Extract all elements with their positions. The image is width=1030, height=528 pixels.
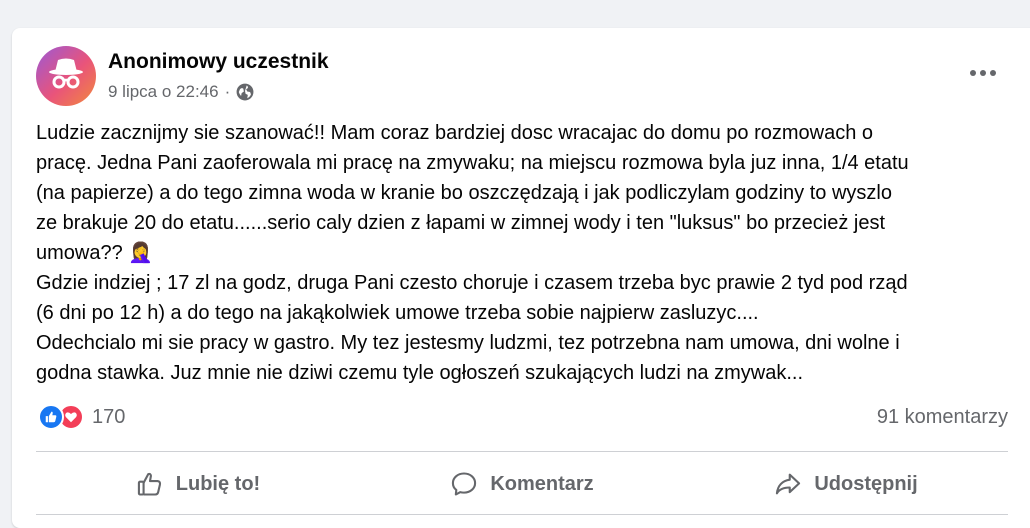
like-button[interactable]: Lubię to! [36,456,360,512]
post-text-line: umowa?? 🤦‍♀️ [36,242,154,264]
post-text-line: godna stawka. Juz mnie nie dziwi czemu t… [36,362,804,384]
reaction-count: 170 [92,405,126,428]
thumbs-up-icon [137,472,161,496]
divider [36,451,1008,452]
globe-icon[interactable] [236,83,254,101]
post-text-line: pracę. Jedna Pani zaoferowala mi pracę n… [36,152,909,174]
share-icon [776,473,801,495]
author-name[interactable]: Anonimowy uczestnik [108,50,329,74]
post-text: Ludzie zacznijmy sie szanować!! Mam cora… [36,118,1026,388]
post-text-line: Ludzie zacznijmy sie szanować!! Mam cora… [36,122,874,144]
post-timestamp[interactable]: 9 lipca o 22:46 [108,82,219,102]
post-text-line: ze brakuje 20 do etatu......serio caly d… [36,212,886,234]
like-reaction-icon [38,404,64,430]
post-text-line: (na papierze) a do tego zimna woda w kra… [36,182,892,204]
like-button-label: Lubię to! [175,472,261,495]
share-button[interactable]: Udostępnij [684,456,1008,512]
more-options-icon[interactable] [966,58,1000,88]
comment-button-label: Komentarz [490,472,594,495]
meta-separator: · [224,82,231,101]
share-button-label: Udostępnij [814,472,918,495]
comment-icon [452,472,477,496]
post-card: Anonimowy uczestnik 9 lipca o 22:46 · Lu… [12,28,1030,528]
divider [36,514,1008,515]
post-text-line: (6 dni po 12 h) a do tego na jakąkolwiek… [36,302,759,324]
reactions-summary[interactable]: 170 [38,404,125,430]
action-bar: Lubię to! Komentarz Udostępnij [36,456,1008,512]
comments-count[interactable]: 91 komentarzy [877,406,1008,429]
post-text-line: Gdzie indziej ; 17 zl na godz, druga Pan… [36,272,908,294]
incognito-avatar-icon[interactable] [36,46,96,106]
post-meta: 9 lipca o 22:46 · [108,82,254,102]
post-text-line: Odechcialo mi sie pracy w gastro. My tez… [36,332,900,354]
comment-button[interactable]: Komentarz [360,456,684,512]
